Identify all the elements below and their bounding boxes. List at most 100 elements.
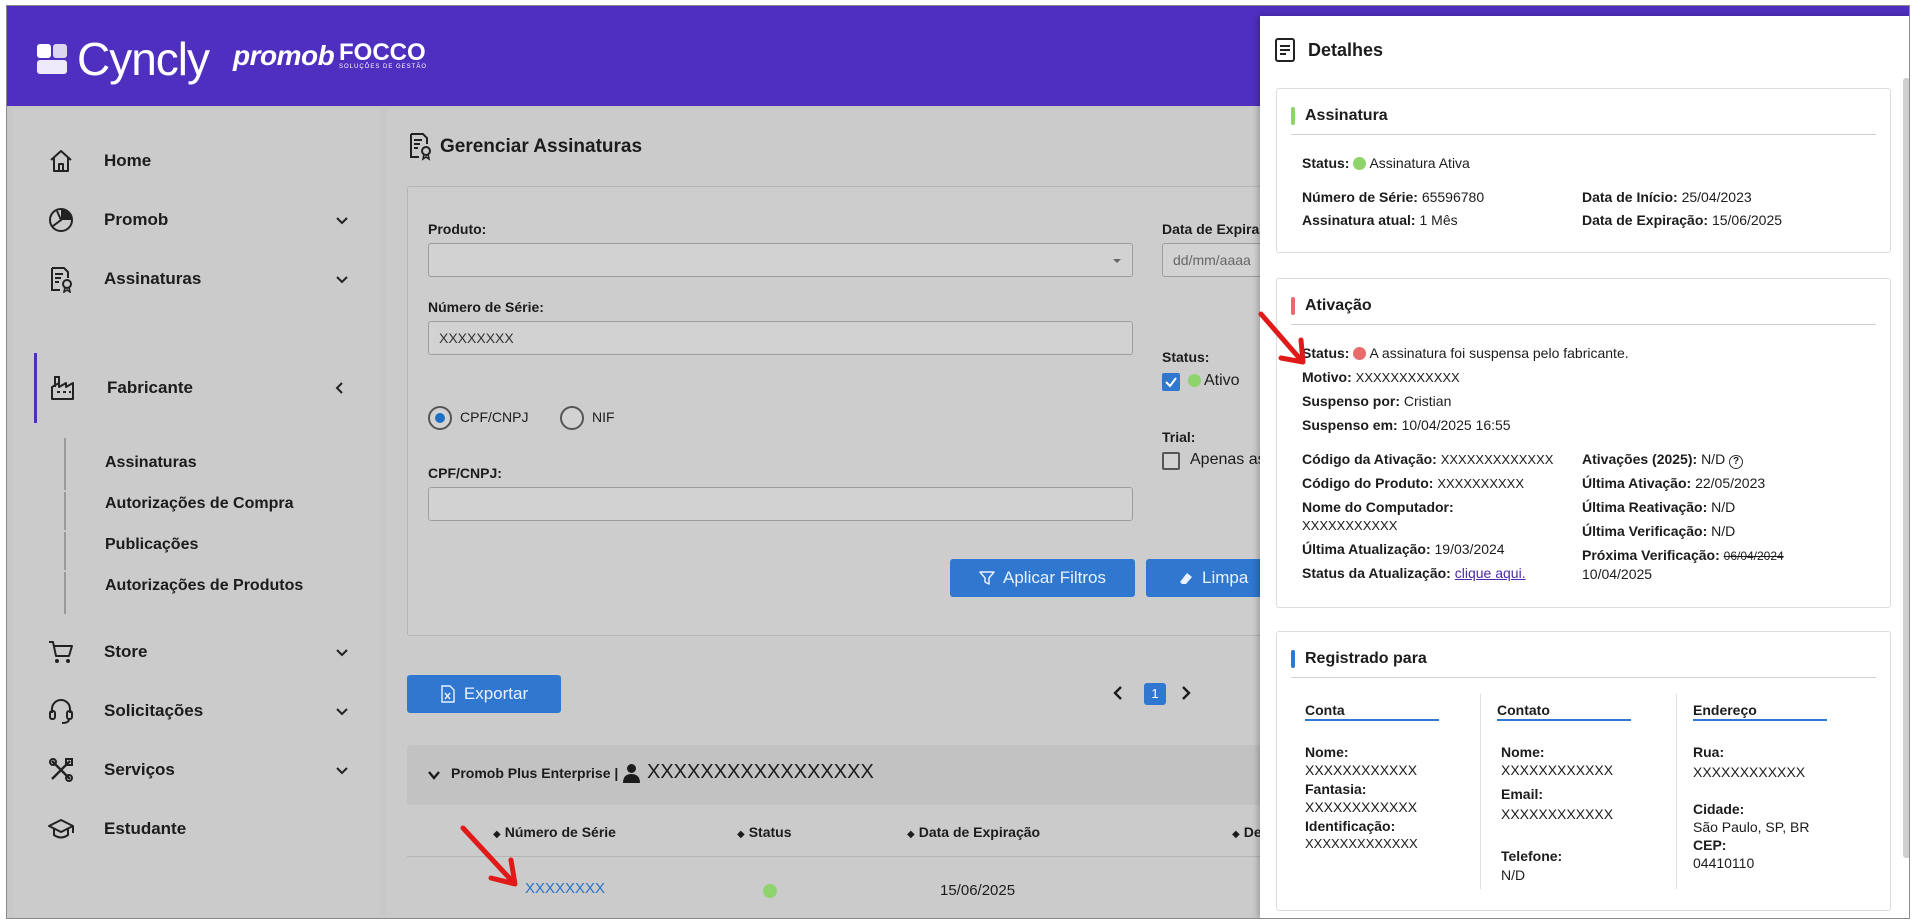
app-window: Cyncly promob FOCCO SOLUÇÕES DE GESTÃO H… — [6, 5, 1910, 919]
group-owner-name: XXXXXXXXXXXXXXXXX — [647, 761, 874, 783]
data-expiracao-label: Data de Expira — [1162, 221, 1260, 237]
status-dot-icon — [763, 884, 777, 898]
produto-select[interactable] — [428, 243, 1133, 277]
nif-radio[interactable] — [560, 406, 584, 430]
sidebar-item-label: Promob — [104, 210, 169, 229]
sidebar-item-solicitacoes[interactable]: Solicitações — [13, 681, 380, 741]
endereco-cep-value: 04410110 — [1693, 855, 1755, 871]
chevron-down-icon — [336, 276, 348, 284]
sidebar-item-servicos[interactable]: Serviços — [13, 740, 380, 800]
cpf-cnpj-radio[interactable] — [428, 406, 452, 430]
registrado-contato-column: Contato Nome: XXXXXXXXXXXX Email: XXXXXX… — [1487, 694, 1677, 889]
annotation-arrow-icon — [1258, 311, 1306, 365]
exportar-button[interactable]: Exportar — [407, 675, 561, 713]
card-title: Ativação — [1305, 297, 1372, 314]
submenu-guide-line — [64, 572, 66, 614]
status-ativo-checkbox[interactable] — [1162, 373, 1180, 391]
conta-fantasia-label: Fantasia: — [1305, 781, 1367, 797]
focco-wordmark: FOCCO — [339, 39, 426, 66]
graduation-cap-icon — [48, 819, 74, 839]
sidebar-item-store[interactable]: Store — [13, 622, 380, 682]
sidebar-item-assinaturas[interactable]: Assinaturas — [13, 249, 380, 309]
chevron-left-icon[interactable] — [1111, 684, 1125, 702]
sidebar: Home Promob Assinaturas Fabricante Assin… — [13, 108, 380, 918]
document-badge-icon — [410, 133, 431, 161]
submenu-item-assinaturas[interactable]: Assinaturas — [105, 454, 197, 472]
column-header-status[interactable]: ◆ Status — [737, 824, 792, 840]
clique-aqui-link[interactable]: clique aqui. — [1455, 565, 1526, 581]
serial-number-link[interactable]: XXXXXXXX — [525, 880, 605, 897]
focco-logo[interactable]: FOCCO SOLUÇÕES DE GESTÃO — [339, 39, 427, 71]
sidebar-item-label: Fabricante — [107, 378, 193, 397]
status-dot-icon — [1188, 374, 1201, 387]
page-number-current[interactable]: 1 — [1144, 683, 1166, 705]
trial-checkbox[interactable] — [1162, 452, 1180, 470]
ultima-verificacao-row: Última Verificação: N/D — [1582, 523, 1736, 539]
contato-email-value: XXXXXXXXXXXX — [1501, 806, 1614, 822]
submenu-item-autorizacoes-compra[interactable]: Autorizações de Compra — [105, 495, 293, 513]
promob-logo-icon — [49, 208, 73, 232]
chevron-right-icon[interactable] — [1179, 684, 1193, 702]
limpar-label: Limpa — [1202, 568, 1249, 587]
chevron-down-icon — [336, 217, 348, 225]
document-badge-icon — [51, 267, 72, 293]
cpf-cnpj-input[interactable] — [428, 487, 1133, 521]
proxima-verificacao-row: Próxima Verificação: 06/04/2024 — [1582, 547, 1784, 563]
sidebar-item-label: Estudante — [104, 819, 187, 838]
submenu-item-publicacoes[interactable]: Publicações — [105, 536, 198, 554]
card-header: Assinatura — [1291, 105, 1876, 135]
help-icon[interactable]: ? — [1729, 455, 1744, 469]
suspenso-por-row: Suspenso por: Cristian — [1302, 393, 1452, 409]
status-dot-icon — [1353, 157, 1367, 170]
cpf-cnpj-label: CPF/CNPJ: — [428, 465, 502, 481]
status-ativo-label: Ativo — [1204, 372, 1240, 389]
sidebar-item-label: Assinaturas — [104, 269, 202, 288]
chevron-down-icon — [336, 767, 348, 775]
cpf-cnpj-radio-label: CPF/CNPJ — [460, 409, 529, 425]
codigo-produto-row: Código do Produto: XXXXXXXXXX — [1302, 475, 1525, 491]
sort-icon: ◆ — [907, 829, 915, 840]
submenu-guide-line — [64, 438, 66, 490]
status-ativo-option: Ativo — [1188, 372, 1240, 390]
exportar-label: Exportar — [463, 684, 529, 703]
numero-serie-label: Número de Série: — [428, 299, 544, 315]
promob-logo[interactable]: promob — [233, 40, 335, 72]
proxima-verificacao-value: 10/04/2025 — [1582, 566, 1653, 582]
panel-scrollbar[interactable] — [1903, 78, 1909, 858]
chevron-left-icon — [335, 382, 343, 394]
registrado-card: Registrado para Conta Nome: XXXXXXXXXXXX… — [1276, 631, 1891, 911]
trial-label: Trial: — [1162, 429, 1196, 445]
numero-serie-input[interactable]: XXXXXXXX — [428, 321, 1133, 355]
card-header: Registrado para — [1291, 648, 1876, 678]
submenu-item-autorizacoes-produtos[interactable]: Autorizações de Produtos — [105, 577, 303, 595]
status-label: Status: — [1162, 349, 1210, 365]
contato-telefone-value: N/D — [1501, 867, 1526, 883]
endereco-rua-value: XXXXXXXXXXXX — [1693, 764, 1806, 780]
sidebar-item-label: Serviços — [104, 760, 175, 779]
sidebar-item-fabricante[interactable]: Fabricante — [13, 358, 380, 418]
column-header-data-expiracao[interactable]: ◆ Data de Expiração — [907, 824, 1040, 840]
group-product-name: Promob Plus Enterprise | — [451, 765, 619, 781]
status-dot-icon — [1353, 347, 1367, 360]
data-inicio-row: Data de Início: 25/04/2023 — [1582, 189, 1752, 205]
registrado-endereco-column: Endereço Rua: XXXXXXXXXXXX Cidade: São P… — [1683, 694, 1873, 889]
cart-icon — [49, 641, 73, 663]
suspenso-em-row: Suspenso em: 10/04/2025 16:55 — [1302, 417, 1511, 433]
details-panel: Detalhes Assinatura Status: Assinatura At… — [1258, 16, 1909, 918]
conta-identificacao-label: Identificação: — [1305, 818, 1396, 834]
ultima-reativacao-row: Última Reativação: N/D — [1582, 499, 1736, 515]
ultima-ativacao-row: Última Ativação: 22/05/2023 — [1582, 475, 1766, 491]
column-header-de[interactable]: ◆ De — [1232, 824, 1262, 840]
endereco-cidade-value: São Paulo, SP, BR — [1693, 819, 1810, 835]
sidebar-item-estudante[interactable]: Estudante — [13, 799, 380, 859]
endereco-rua-label: Rua: — [1693, 744, 1725, 760]
panel-title: Detalhes — [1308, 40, 1384, 60]
card-header: Ativação — [1291, 295, 1876, 325]
submenu-guide-line — [64, 532, 66, 570]
sidebar-item-promob[interactable]: Promob — [13, 190, 380, 250]
sidebar-item-home[interactable]: Home — [13, 131, 380, 191]
aplicar-filtros-button[interactable]: Aplicar Filtros — [950, 559, 1135, 597]
cyncly-logo[interactable]: Cyncly — [37, 32, 210, 86]
numero-serie-row: Número de Série: 65596780 — [1302, 189, 1485, 205]
conta-heading: Conta — [1305, 702, 1439, 721]
